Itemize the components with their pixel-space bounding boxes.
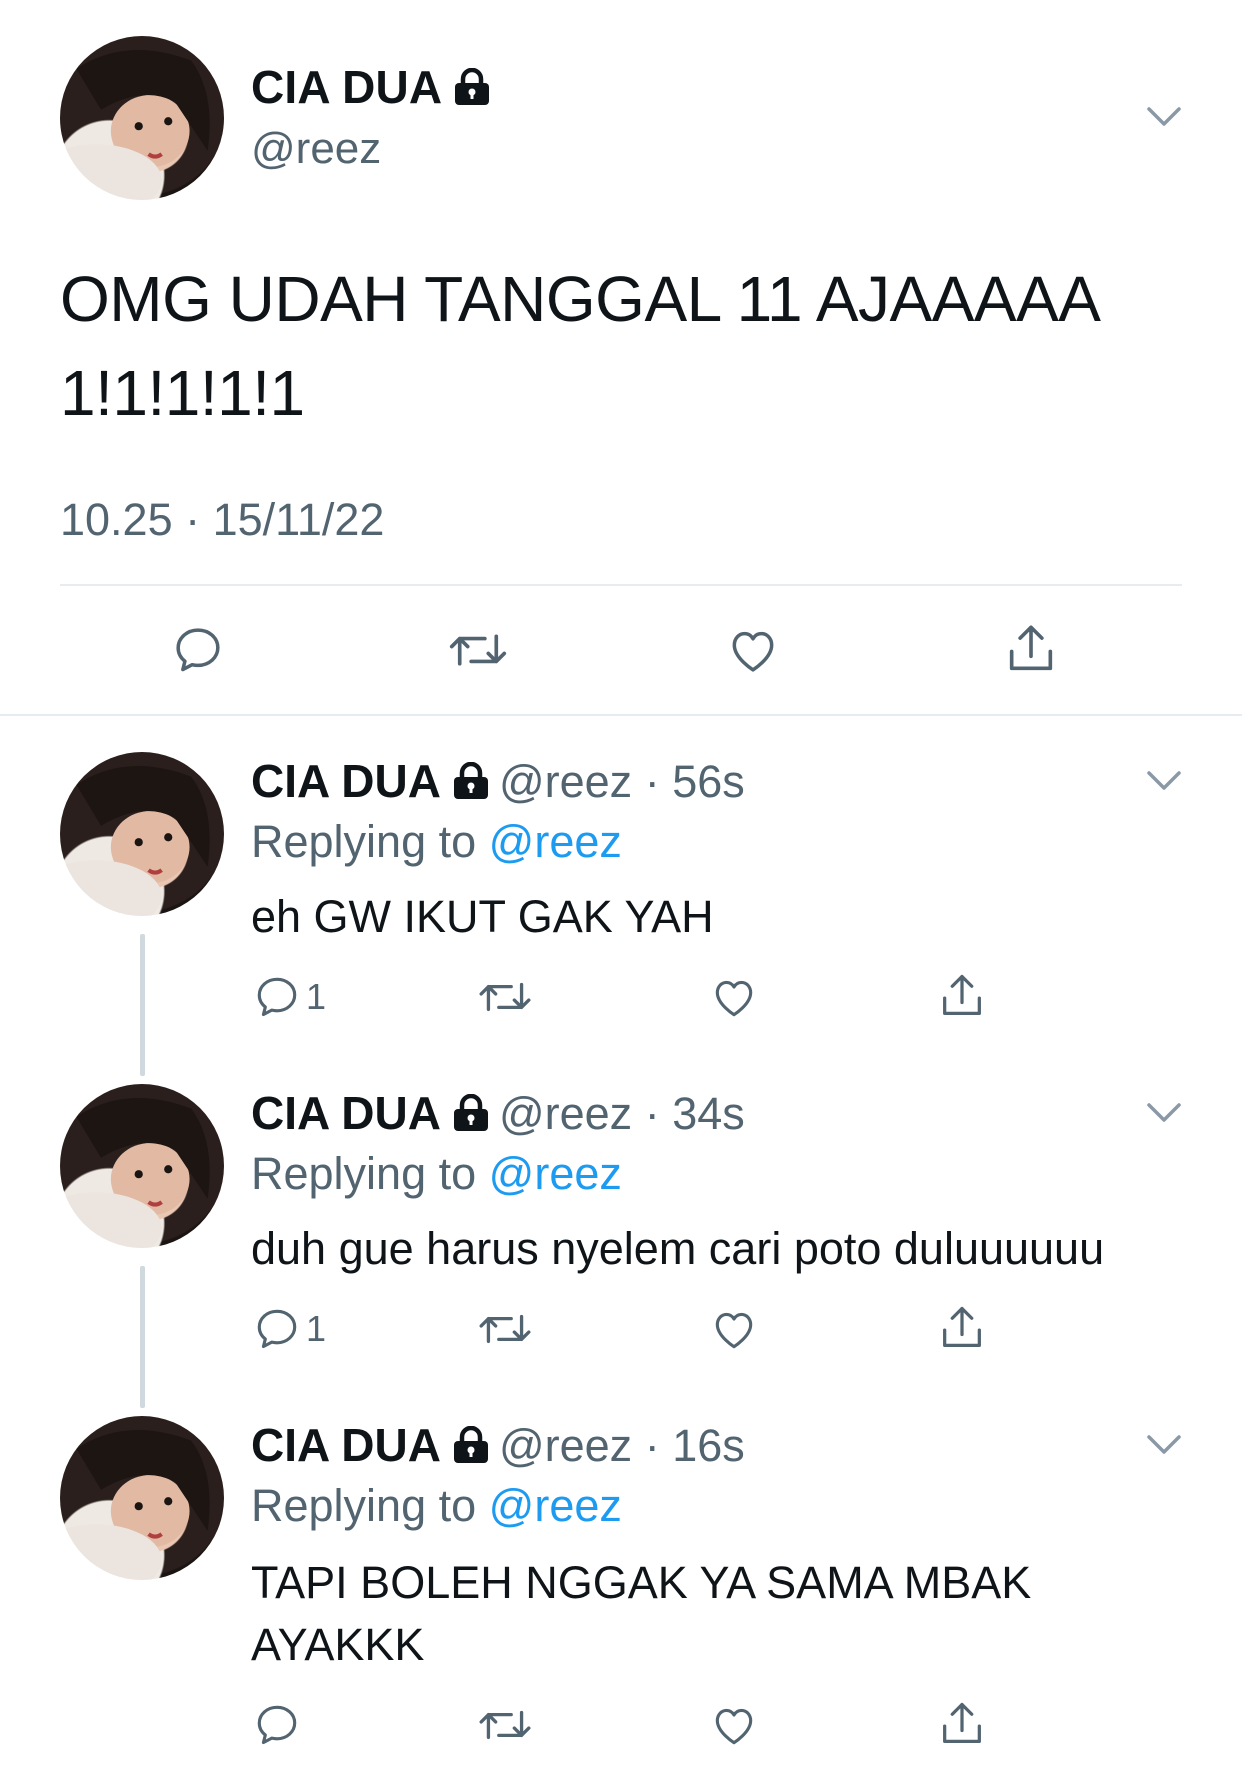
reply-icon [257,1705,297,1745]
reply-age: 16s [672,1420,745,1471]
avatar-photo [60,1098,210,1248]
reply-age: 34s [672,1088,745,1139]
retweet-button[interactable] [476,1304,534,1354]
reply-header[interactable]: CIA DUA @reez · 16s [251,1418,745,1472]
replying-to: Replying to @reez [251,816,622,868]
retweet-icon [479,1710,531,1740]
share-button[interactable] [936,970,988,1022]
tweet-timestamp[interactable]: 10.25 · 15/11/22 [60,494,384,546]
heart-icon [732,631,774,672]
reply-icon [257,1309,297,1349]
reply-count: 1 [306,976,327,1017]
reply-text: duh gue harus nyelem cari poto duluuuuuu [251,1223,1105,1274]
reply-icon [257,977,297,1017]
chevron-down-icon[interactable] [1146,106,1182,128]
replying-label: Replying to [251,1480,477,1531]
reply-avatar[interactable] [60,1084,224,1248]
thread-line [140,934,145,1076]
reply-icon [176,628,220,672]
meta-dot: · [644,756,660,807]
reply-button[interactable] [252,1700,306,1750]
retweet-button[interactable] [476,1700,534,1750]
avatar-photo [60,50,210,200]
replying-label: Replying to [251,1148,477,1199]
share-icon [943,1306,981,1347]
share-icon [943,1702,981,1743]
meta-dot: · [644,1088,660,1139]
reply-handle: @reez [498,756,633,807]
reply-header[interactable]: CIA DUA @reez · 56s [251,754,745,808]
reply-header[interactable]: CIA DUA @reez · 34s [251,1086,745,1140]
replying-label: Replying to [251,816,477,867]
section-divider [0,714,1242,716]
retweet-button[interactable] [476,972,534,1022]
reply-author-name: CIA DUA [251,1419,441,1471]
reply-author-name: CIA DUA [251,755,441,807]
lock-icon [453,1093,488,1131]
main-avatar[interactable] [60,36,224,200]
retweet-icon [479,1314,531,1344]
avatar-photo [60,766,210,916]
mention-link[interactable]: @reez [489,816,622,867]
author-name-text: CIA DUA [251,61,443,113]
lock-icon [453,1425,488,1463]
chevron-down-icon[interactable] [1146,1102,1182,1124]
like-button[interactable] [708,1700,760,1750]
reply-text: TAPI BOLEH NGGAK YA SAMA MBAK AYAKKK [251,1557,1032,1670]
reply-avatar[interactable] [60,1416,224,1580]
reply-count: 1 [306,1308,327,1349]
mention-link[interactable]: @reez [489,1480,622,1531]
mention-link[interactable]: @reez [489,1148,622,1199]
heart-icon [715,1312,753,1349]
divider [60,584,1182,586]
heart-icon [715,980,753,1017]
reply-text: eh GW IKUT GAK YAH [251,891,714,942]
share-button[interactable] [936,1698,988,1750]
replying-to: Replying to @reez [251,1148,622,1200]
author-name[interactable]: CIA DUA [251,60,492,114]
like-button[interactable] [708,1304,760,1354]
share-button[interactable] [936,1302,988,1354]
share-icon [1009,625,1053,671]
lock-icon [455,67,490,105]
chevron-down-icon[interactable] [1146,770,1182,792]
lock-icon [453,761,488,799]
reply-button[interactable]: 1 [252,972,326,1022]
reply-button[interactable] [170,622,226,678]
reply-handle: @reez [498,1420,633,1471]
tweet-text: OMG UDAH TANGGAL 11 AJAAAAA 1!1!1!1!1 [60,263,1097,429]
like-button[interactable] [724,622,782,678]
chevron-down-icon[interactable] [1146,1434,1182,1456]
heart-icon [715,1708,753,1745]
reply-age: 56s [672,756,745,807]
retweet-icon [449,634,507,666]
thread-line [140,1266,145,1408]
reply-avatar[interactable] [60,752,224,916]
like-button[interactable] [708,972,760,1022]
avatar-photo [60,1430,210,1580]
reply-author-name: CIA DUA [251,1087,441,1139]
reply-handle: @reez [498,1088,633,1139]
meta-dot: · [644,1420,660,1471]
retweet-icon [479,982,531,1012]
reply-button[interactable]: 1 [252,1304,326,1354]
share-button[interactable] [1002,620,1060,678]
replying-to: Replying to @reez [251,1480,622,1532]
author-handle[interactable]: @reez [251,124,381,174]
retweet-button[interactable] [446,622,510,678]
share-icon [943,974,981,1015]
